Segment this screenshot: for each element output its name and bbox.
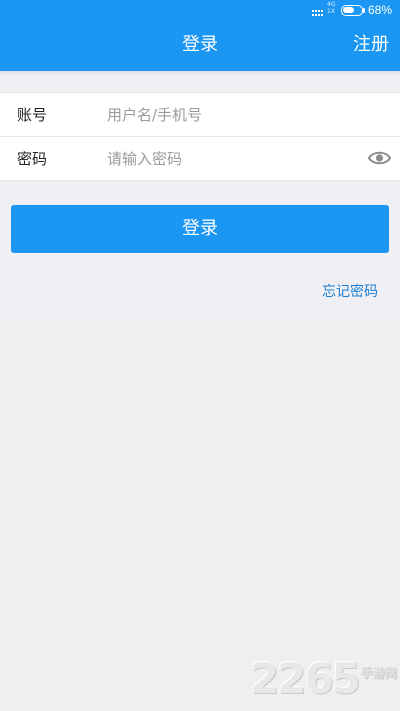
account-input[interactable] [107, 100, 357, 130]
page-title: 登录 [182, 34, 218, 55]
login-button[interactable]: 登录 [11, 205, 389, 253]
empty-area [0, 314, 400, 711]
battery-level-fill [343, 7, 354, 13]
register-button[interactable]: 注册 [353, 34, 389, 56]
password-label: 密码 [17, 150, 48, 168]
status-bar: 4G 1X 68% [0, 0, 400, 22]
password-input[interactable] [107, 144, 357, 174]
battery-tip [363, 8, 365, 13]
battery-icon [341, 5, 363, 16]
watermark-number: 2265 [250, 654, 361, 703]
battery-percent: 68% [368, 3, 393, 17]
account-row: 账号 [0, 93, 400, 137]
account-label: 账号 [17, 106, 48, 124]
watermark-logo: 2265 手游网 [250, 655, 397, 701]
watermark-text: 手游网 [360, 666, 397, 680]
forgot-password-link[interactable]: 忘记密码 [322, 283, 378, 301]
network-indicator: 4G 1X [327, 1, 335, 15]
network-sub-type: 1X [327, 8, 335, 15]
network-type: 4G [327, 1, 336, 8]
app-header: 4G 1X 68% 登录 注册 [0, 0, 400, 71]
eye-icon[interactable] [368, 150, 391, 166]
login-form: 账号 密码 [0, 92, 400, 181]
password-row: 密码 [0, 137, 400, 181]
